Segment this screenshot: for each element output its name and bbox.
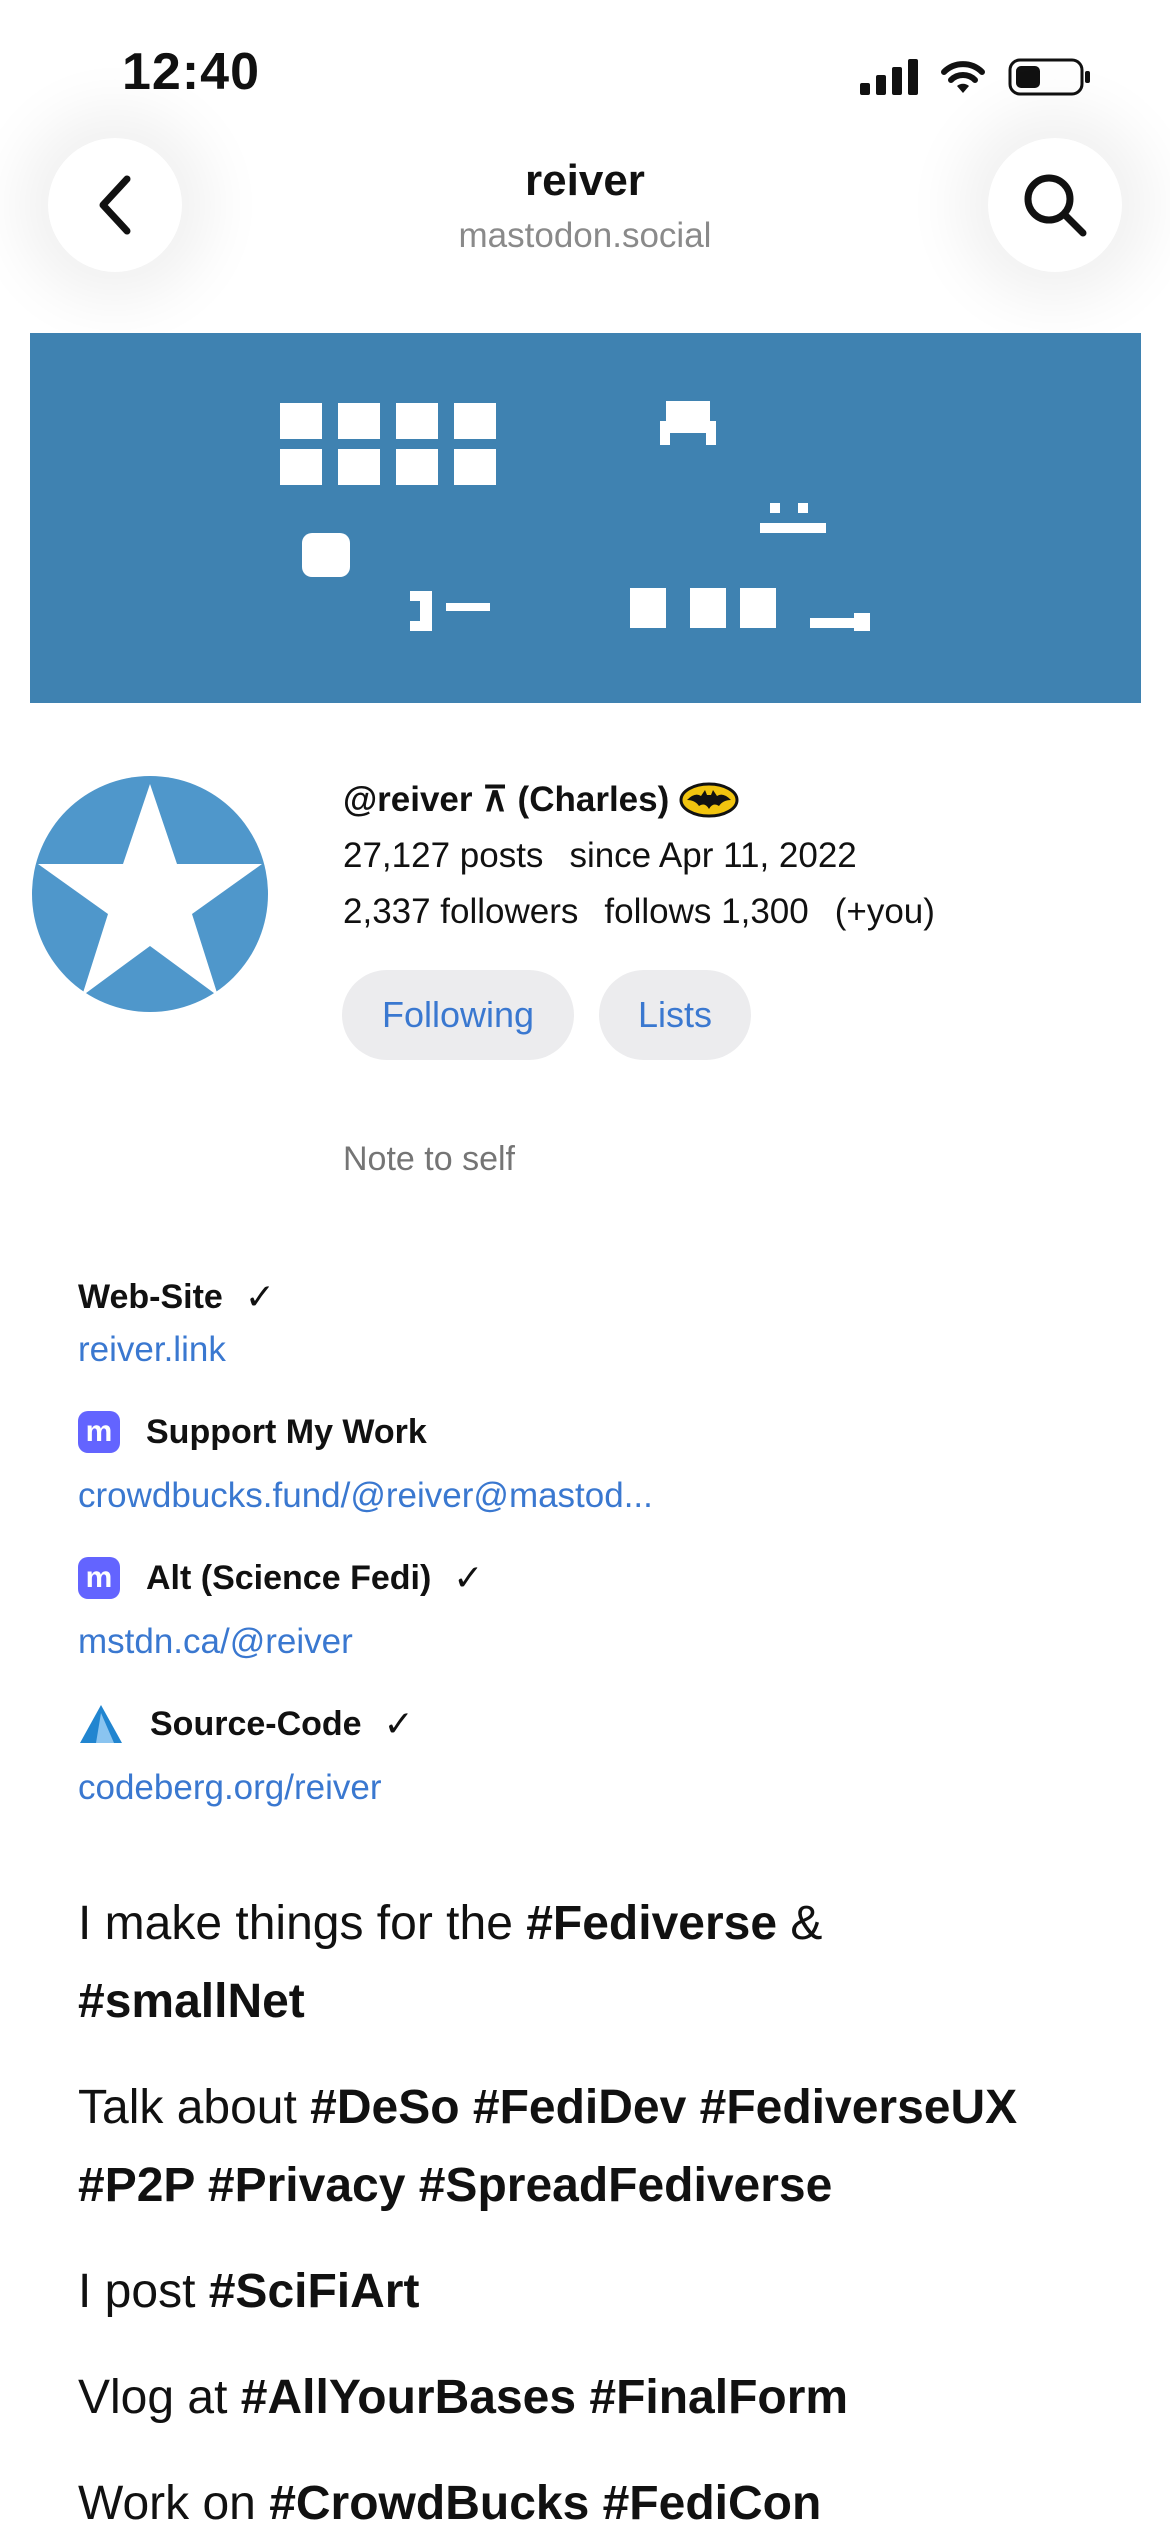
follows-count[interactable]: follows 1,300 bbox=[604, 892, 808, 932]
note-to-self-input[interactable] bbox=[343, 1140, 1103, 1179]
mastodon-icon: m bbox=[78, 1411, 120, 1453]
field-name-support: m Support My Work bbox=[78, 1408, 427, 1456]
bio-text: I post bbox=[78, 2265, 209, 2318]
profile-stats-posts: 27,127 posts since Apr 11, 2022 bbox=[343, 836, 857, 876]
bio-line: Talk about #DeSo #FediDev #FediverseUX bbox=[78, 2068, 1138, 2148]
field-name-source: Source-Code ✓ bbox=[78, 1700, 414, 1748]
field-name-website: Web-Site ✓ bbox=[78, 1273, 275, 1321]
joined-date: since Apr 11, 2022 bbox=[569, 836, 857, 875]
battery-icon bbox=[1008, 58, 1090, 96]
bio-line: #P2P #Privacy #SpreadFediverse bbox=[78, 2146, 1138, 2226]
field-label: Source-Code bbox=[150, 1704, 362, 1743]
field-label: Web-Site bbox=[78, 1277, 223, 1316]
bio-line: I post #SciFiArt bbox=[78, 2252, 1138, 2332]
bio-line: #smallNet bbox=[78, 1962, 1138, 2042]
bio-line: Vlog at #AllYourBases #FinalForm bbox=[78, 2358, 1138, 2438]
status-time: 12:40 bbox=[122, 43, 260, 101]
lists-button[interactable]: Lists bbox=[599, 970, 751, 1060]
hashtag-links[interactable]: #DeSo #FediDev #FediverseUX bbox=[310, 2081, 1017, 2134]
verified-check-icon: ✓ bbox=[383, 1703, 414, 1744]
search-icon bbox=[1024, 174, 1087, 237]
search-button[interactable] bbox=[988, 138, 1122, 272]
hashtag-link[interactable]: #SciFiArt bbox=[209, 2265, 420, 2318]
bio-text: Talk about bbox=[78, 2081, 311, 2134]
posts-count: 27,127 posts bbox=[343, 836, 544, 875]
field-link-source[interactable]: codeberg.org/reiver bbox=[78, 1768, 382, 1808]
profile-handle-row: @reiver ⊼ (Charles) bbox=[343, 776, 739, 824]
star-avatar-icon bbox=[32, 776, 268, 1012]
signal-icon bbox=[860, 59, 918, 95]
profile-banner bbox=[30, 333, 1141, 703]
hashtag-link[interactable]: #Fediverse bbox=[526, 1897, 777, 1950]
bio-text: Vlog at bbox=[78, 2371, 241, 2424]
field-name-alt: m Alt (Science Fedi) ✓ bbox=[78, 1554, 483, 1602]
profile-stats-follow: 2,337 followers follows 1,300 (+you) bbox=[343, 892, 935, 932]
bio-line: I make things for the #Fediverse & bbox=[78, 1884, 1138, 1964]
hashtag-link[interactable]: #smallNet bbox=[78, 1975, 305, 2028]
hashtag-links[interactable]: #P2P #Privacy #SpreadFediverse bbox=[78, 2159, 832, 2212]
avatar[interactable] bbox=[32, 776, 268, 1012]
banner-skulls bbox=[280, 403, 496, 485]
field-label: Support My Work bbox=[146, 1412, 427, 1451]
follows-you-indicator: (+you) bbox=[834, 892, 935, 931]
field-link-support[interactable]: crowdbucks.fund/@reiver@mastod... bbox=[78, 1476, 653, 1516]
hashtag-links[interactable]: #CrowdBucks #FediCon bbox=[269, 2477, 821, 2530]
field-label: Alt (Science Fedi) bbox=[146, 1558, 432, 1597]
wifi-icon bbox=[941, 61, 985, 93]
verified-check-icon: ✓ bbox=[244, 1276, 276, 1317]
bio-text: I make things for the bbox=[78, 1897, 527, 1950]
field-link-alt[interactable]: mstdn.ca/@reiver bbox=[78, 1622, 353, 1662]
following-button[interactable]: Following bbox=[342, 970, 574, 1060]
verified-check-icon: ✓ bbox=[453, 1557, 484, 1598]
field-link-website[interactable]: reiver.link bbox=[78, 1330, 226, 1370]
codeberg-icon bbox=[80, 1705, 122, 1743]
bio-text: & bbox=[777, 1897, 823, 1950]
hashtag-links[interactable]: #AllYourBases #FinalForm bbox=[241, 2371, 848, 2424]
banner-pixel-art bbox=[280, 401, 870, 631]
batman-emoji-icon bbox=[679, 782, 739, 818]
status-icons bbox=[860, 52, 1092, 102]
mastodon-icon: m bbox=[78, 1557, 120, 1599]
bio-text: Work on bbox=[78, 2477, 270, 2530]
followers-count[interactable]: 2,337 followers bbox=[343, 892, 578, 932]
profile-handle: @reiver ⊼ (Charles) bbox=[343, 780, 670, 819]
bio-line: Work on #CrowdBucks #FediCon bbox=[78, 2464, 1138, 2544]
